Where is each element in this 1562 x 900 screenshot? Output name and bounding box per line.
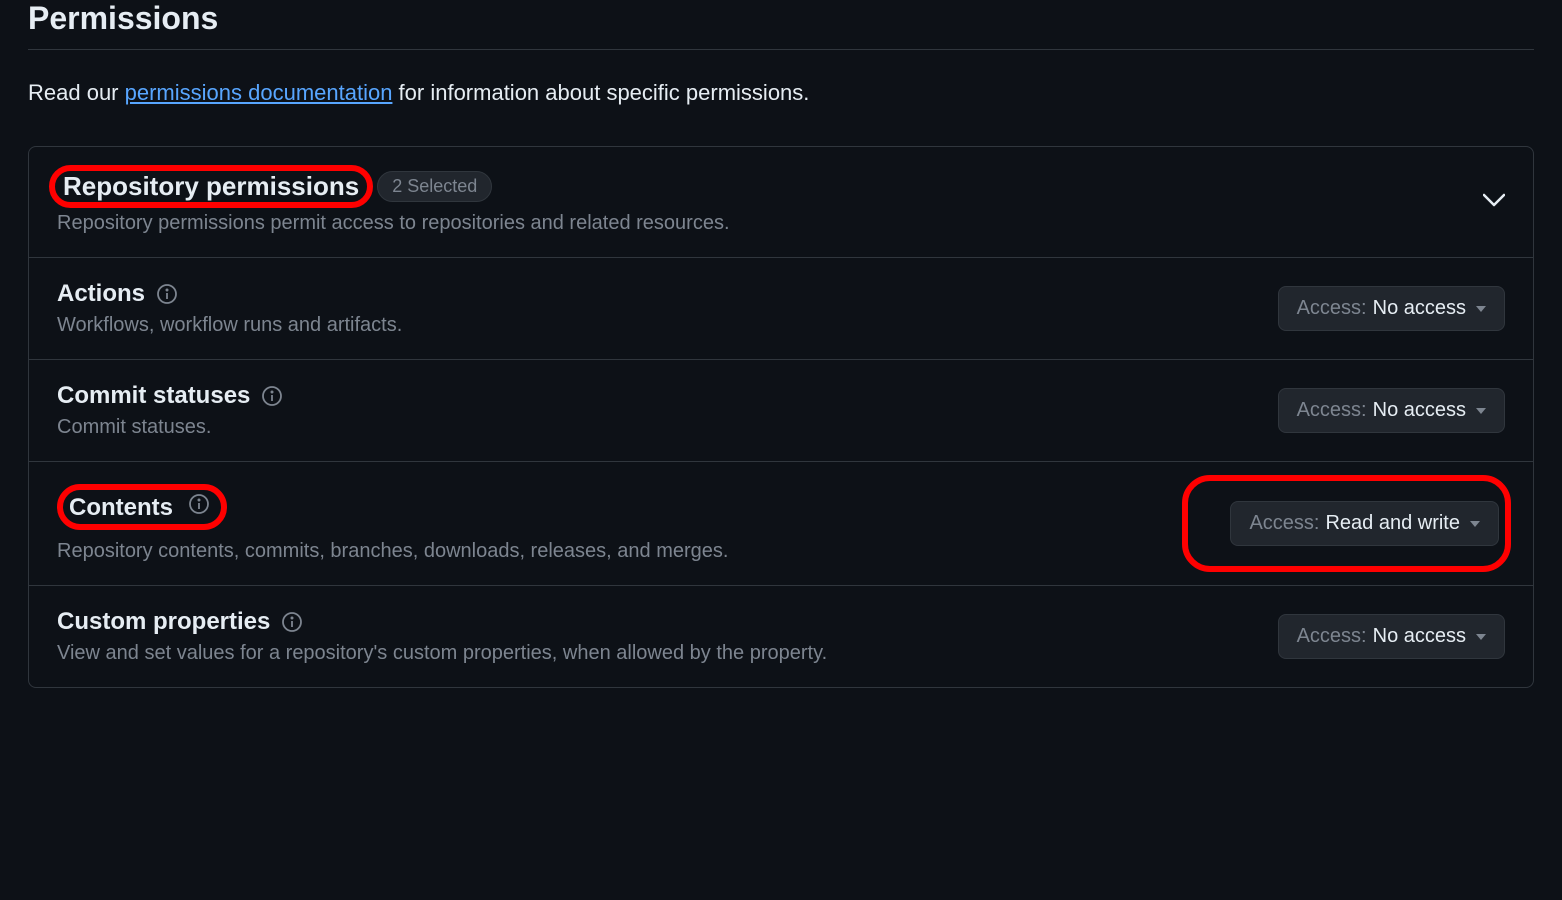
info-icon[interactable] <box>280 610 304 634</box>
permission-row-actions: Actions Workflows, workflow runs and art… <box>29 257 1533 359</box>
access-value: No access <box>1373 399 1466 422</box>
access-prefix: Access: <box>1249 512 1319 535</box>
permission-row-custom-properties: Custom properties View and set values fo… <box>29 585 1533 687</box>
group-header[interactable]: Repository permissions 2 Selected Reposi… <box>29 147 1533 257</box>
permission-title: Commit statuses <box>57 382 250 410</box>
annotation-highlight-contents-access: Access: Read and write <box>1182 475 1511 572</box>
access-dropdown-commit-statuses[interactable]: Access: No access <box>1278 388 1505 433</box>
group-title: Repository permissions <box>63 171 359 201</box>
access-value: Read and write <box>1325 512 1460 535</box>
caret-down-icon <box>1470 521 1480 527</box>
caret-down-icon <box>1476 306 1486 312</box>
access-prefix: Access: <box>1297 297 1367 320</box>
permission-title: Actions <box>57 280 145 308</box>
info-icon[interactable] <box>187 492 211 516</box>
group-description: Repository permissions permit access to … <box>57 212 730 235</box>
annotation-highlight-group-title: Repository permissions <box>49 165 373 208</box>
access-dropdown-custom-properties[interactable]: Access: No access <box>1278 614 1505 659</box>
access-value: No access <box>1373 297 1466 320</box>
permission-description: View and set values for a repository's c… <box>57 642 827 665</box>
permission-description: Repository contents, commits, branches, … <box>57 540 728 563</box>
permission-row-contents: Contents Repository contents, commits, b… <box>29 461 1533 585</box>
page-title: Permissions <box>28 0 1534 50</box>
chevron-down-icon <box>1483 193 1505 212</box>
intro-suffix: for information about specific permissio… <box>392 80 809 105</box>
permission-title: Custom properties <box>57 608 270 636</box>
access-value: No access <box>1373 625 1466 648</box>
access-prefix: Access: <box>1297 625 1367 648</box>
permission-description: Commit statuses. <box>57 416 284 439</box>
permission-title: Contents <box>69 494 173 521</box>
permission-row-commit-statuses: Commit statuses Commit statuses. Access:… <box>29 359 1533 461</box>
info-icon[interactable] <box>155 282 179 306</box>
intro-prefix: Read our <box>28 80 125 105</box>
info-icon[interactable] <box>260 384 284 408</box>
caret-down-icon <box>1476 408 1486 414</box>
access-prefix: Access: <box>1297 399 1367 422</box>
permission-description: Workflows, workflow runs and artifacts. <box>57 314 402 337</box>
permissions-docs-link[interactable]: permissions documentation <box>125 80 393 105</box>
access-dropdown-contents[interactable]: Access: Read and write <box>1230 501 1499 546</box>
selected-count-badge: 2 Selected <box>377 171 492 202</box>
access-dropdown-actions[interactable]: Access: No access <box>1278 286 1505 331</box>
caret-down-icon <box>1476 634 1486 640</box>
annotation-highlight-contents-title: Contents <box>57 484 227 530</box>
intro-text: Read our permissions documentation for i… <box>28 80 1534 106</box>
repository-permissions-group: Repository permissions 2 Selected Reposi… <box>28 146 1534 688</box>
